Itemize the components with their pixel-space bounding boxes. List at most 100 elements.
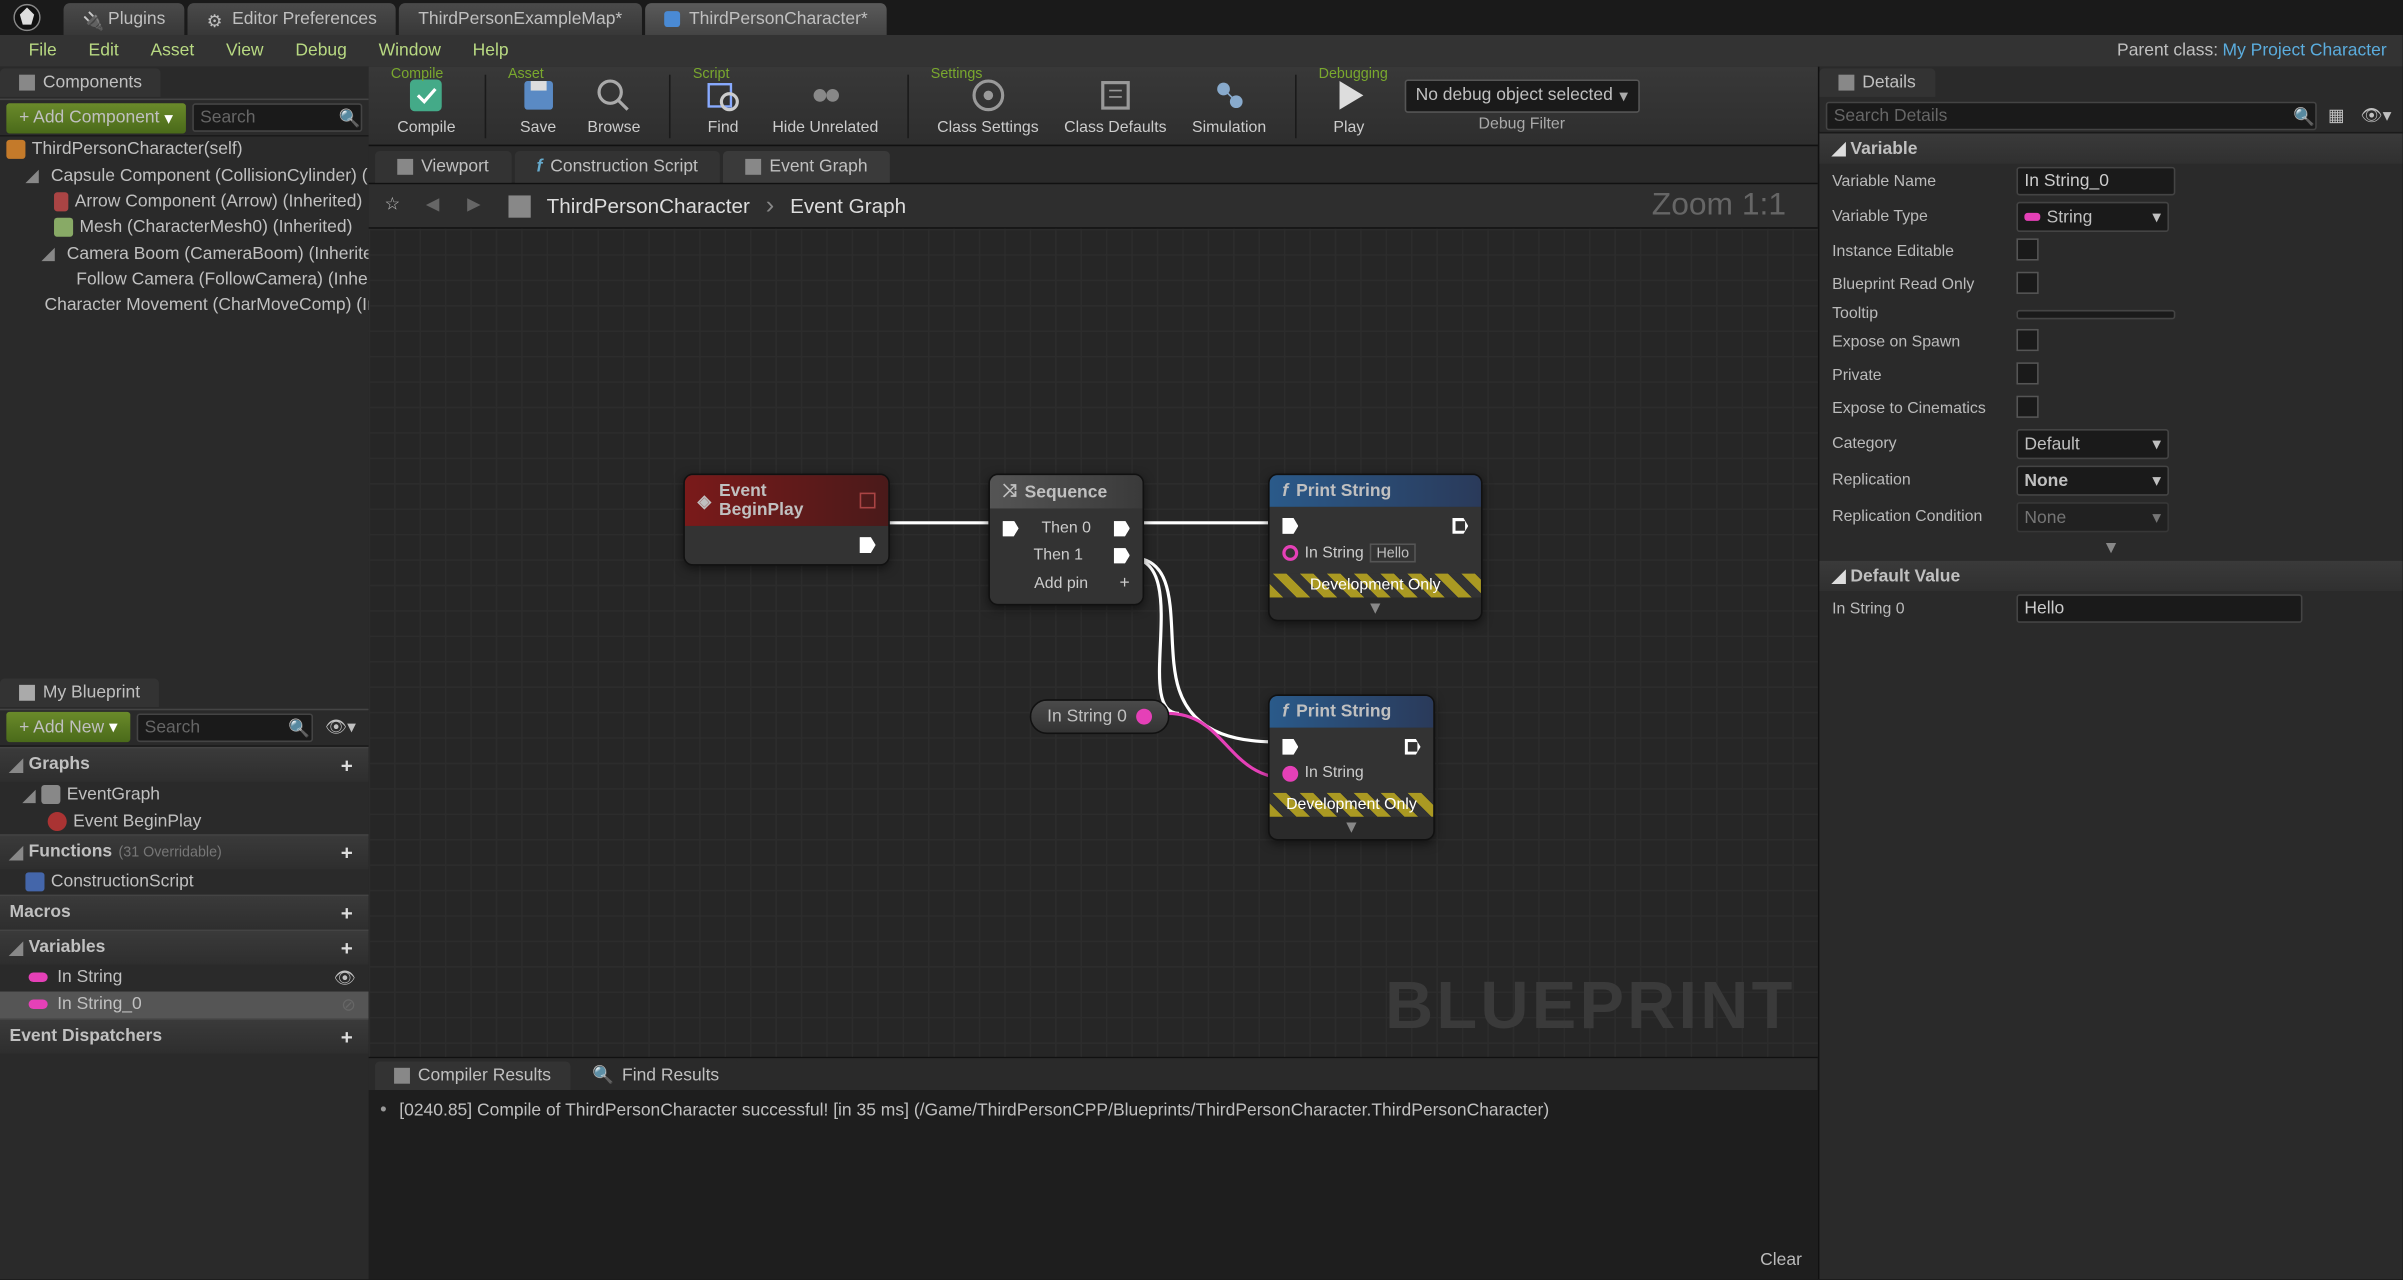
add-pin-button[interactable]: + [1120, 574, 1130, 593]
section-variables[interactable]: ◢Variables+ [0, 929, 369, 964]
exec-out-pin[interactable] [1114, 520, 1130, 536]
exec-in-pin[interactable] [1282, 518, 1298, 534]
delegate-pin-icon[interactable] [860, 493, 876, 509]
view-options-icon[interactable]: 👁▾ [2356, 105, 2397, 126]
tree-row[interactable]: Mesh (CharacterMesh0) (Inherited) [0, 215, 369, 240]
class-settings-button[interactable]: Class Settings [928, 72, 1049, 140]
debug-object-selector[interactable]: No debug object selected ▾ [1404, 79, 1639, 112]
add-new-button[interactable]: + Add New ▾ [6, 712, 130, 742]
hide-unrelated-button[interactable]: Hide Unrelated [763, 72, 888, 140]
components-tab[interactable]: Components [0, 68, 161, 97]
section-graphs[interactable]: ◢Graphs+ [0, 746, 369, 781]
variable-row[interactable]: In String👁 [0, 964, 369, 991]
event-graph-canvas[interactable]: ◈Event BeginPlay ⤨Sequence Then 0 Then 1… [369, 229, 1818, 1057]
tree-row[interactable]: Event BeginPlay [0, 808, 369, 833]
add-component-button[interactable]: + Add Component ▾ [6, 102, 185, 132]
section-variable[interactable]: ◢ Variable [1819, 133, 2402, 163]
tree-row[interactable]: Arrow Component (Arrow) (Inherited) [0, 189, 369, 214]
text-input[interactable]: In String_0 [2016, 167, 2175, 196]
section-default-value[interactable]: ◢ Default Value [1819, 561, 2402, 591]
parent-class-link[interactable]: My Project Character [2223, 41, 2387, 60]
tab-example-map[interactable]: ThirdPersonExampleMap* [399, 3, 641, 35]
expand-icon[interactable]: ▼ [1270, 597, 1481, 619]
visibility-icon[interactable]: 👁 [334, 967, 356, 988]
add-macro-button[interactable]: + [334, 900, 359, 924]
favorite-icon[interactable]: ☆ [385, 193, 410, 218]
section-functions[interactable]: ◢Functions (31 Overridable)+ [0, 833, 369, 868]
menu-view[interactable]: View [210, 37, 279, 66]
tab-compiler-results[interactable]: Compiler Results [375, 1061, 570, 1090]
compile-button[interactable]: Compile [388, 72, 465, 140]
section-macros[interactable]: Macros+ [0, 894, 369, 929]
checkbox[interactable] [2016, 396, 2038, 418]
string-out-pin[interactable] [1136, 709, 1152, 725]
checkbox[interactable] [2016, 362, 2038, 384]
add-graph-button[interactable]: + [334, 752, 359, 776]
exec-in-pin[interactable] [1282, 739, 1298, 755]
dropdown[interactable]: String▾ [2016, 202, 2169, 232]
menu-help[interactable]: Help [457, 37, 525, 66]
property-matrix-icon[interactable]: ▦ [2323, 105, 2349, 126]
browse-button[interactable]: Browse [578, 72, 650, 140]
tab-plugins[interactable]: 🔌Plugins [64, 3, 185, 35]
save-button[interactable]: Save [505, 72, 572, 140]
add-variable-button[interactable]: + [334, 935, 359, 959]
tab-viewport[interactable]: Viewport [375, 151, 511, 183]
checkbox[interactable] [2016, 272, 2038, 294]
node-print-string[interactable]: fPrint String In String Development Only… [1268, 694, 1435, 840]
tree-row[interactable]: ConstructionScript [0, 868, 369, 893]
tree-row[interactable]: Follow Camera (FollowCamera) (Inherited) [0, 267, 369, 292]
expand-icon[interactable]: ◢ [41, 243, 54, 264]
exec-out-pin[interactable] [1114, 547, 1130, 563]
checkbox[interactable] [2016, 238, 2038, 260]
menu-asset[interactable]: Asset [135, 37, 211, 66]
back-icon[interactable]: ◀ [426, 193, 451, 218]
add-function-button[interactable]: + [334, 840, 359, 864]
node-event-beginplay[interactable]: ◈Event BeginPlay [683, 474, 890, 566]
tab-find-results[interactable]: 🔍Find Results [573, 1060, 738, 1090]
tree-row[interactable]: ThirdPersonCharacter(self) [0, 137, 369, 162]
menu-debug[interactable]: Debug [279, 37, 362, 66]
tab-event-graph[interactable]: Event Graph [723, 151, 889, 183]
node-print-string[interactable]: fPrint String In StringHello Development… [1268, 474, 1483, 622]
breadcrumb-root[interactable]: ThirdPersonCharacter [547, 194, 750, 218]
add-dispatcher-button[interactable]: + [334, 1024, 359, 1048]
breadcrumb-leaf[interactable]: Event Graph [790, 194, 906, 218]
exec-out-pin[interactable] [1452, 518, 1468, 534]
play-button[interactable]: Play [1315, 72, 1382, 140]
dropdown[interactable]: None▾ [2016, 466, 2169, 496]
view-options-icon[interactable]: 👁▾ [319, 717, 363, 738]
myblueprint-search[interactable]: Search🔍 [137, 713, 313, 742]
expand-icon[interactable]: ▼ [1819, 535, 2402, 560]
string-input[interactable]: Hello [1370, 543, 1415, 562]
menu-edit[interactable]: Edit [73, 37, 135, 66]
expand-icon[interactable]: ◢ [25, 165, 38, 186]
tree-row[interactable]: ◢EventGraph [0, 781, 369, 808]
section-dispatchers[interactable]: Event Dispatchers+ [0, 1018, 369, 1053]
text-input[interactable] [2016, 309, 2175, 319]
exec-out-pin[interactable] [860, 537, 876, 553]
visibility-icon[interactable]: ⊘ [341, 994, 356, 1015]
node-sequence[interactable]: ⤨Sequence Then 0 Then 1 Add pin+ [988, 474, 1144, 606]
clear-button[interactable]: Clear [1760, 1251, 1802, 1270]
string-in-pin[interactable] [1282, 545, 1298, 561]
expand-icon[interactable]: ▼ [1270, 817, 1434, 839]
exec-out-pin[interactable] [1405, 739, 1421, 755]
myblueprint-tab[interactable]: My Blueprint [0, 678, 159, 707]
menu-window[interactable]: Window [363, 37, 457, 66]
details-tab[interactable]: Details [1819, 68, 1934, 97]
menu-file[interactable]: File [13, 37, 73, 66]
tree-row[interactable]: Character Movement (CharMoveComp) (Inher… [0, 292, 369, 317]
find-button[interactable]: Find [690, 72, 757, 140]
string-in-pin[interactable] [1282, 765, 1298, 781]
exec-in-pin[interactable] [1003, 520, 1019, 536]
tree-row[interactable]: ◢Capsule Component (CollisionCylinder) (… [0, 162, 369, 189]
variable-row[interactable]: In String_0⊘ [0, 991, 369, 1018]
tree-row[interactable]: ◢Camera Boom (CameraBoom) (Inherited) [0, 240, 369, 267]
tab-preferences[interactable]: ⚙Editor Preferences [188, 3, 396, 35]
compiler-log[interactable]: • [0240.85] Compile of ThirdPersonCharac… [369, 1090, 1818, 1279]
tab-construction[interactable]: fConstruction Script [514, 151, 720, 183]
tab-character-bp[interactable]: ThirdPersonCharacter* [644, 3, 886, 35]
dropdown[interactable]: Default▾ [2016, 429, 2169, 459]
class-defaults-button[interactable]: Class Defaults [1055, 72, 1177, 140]
